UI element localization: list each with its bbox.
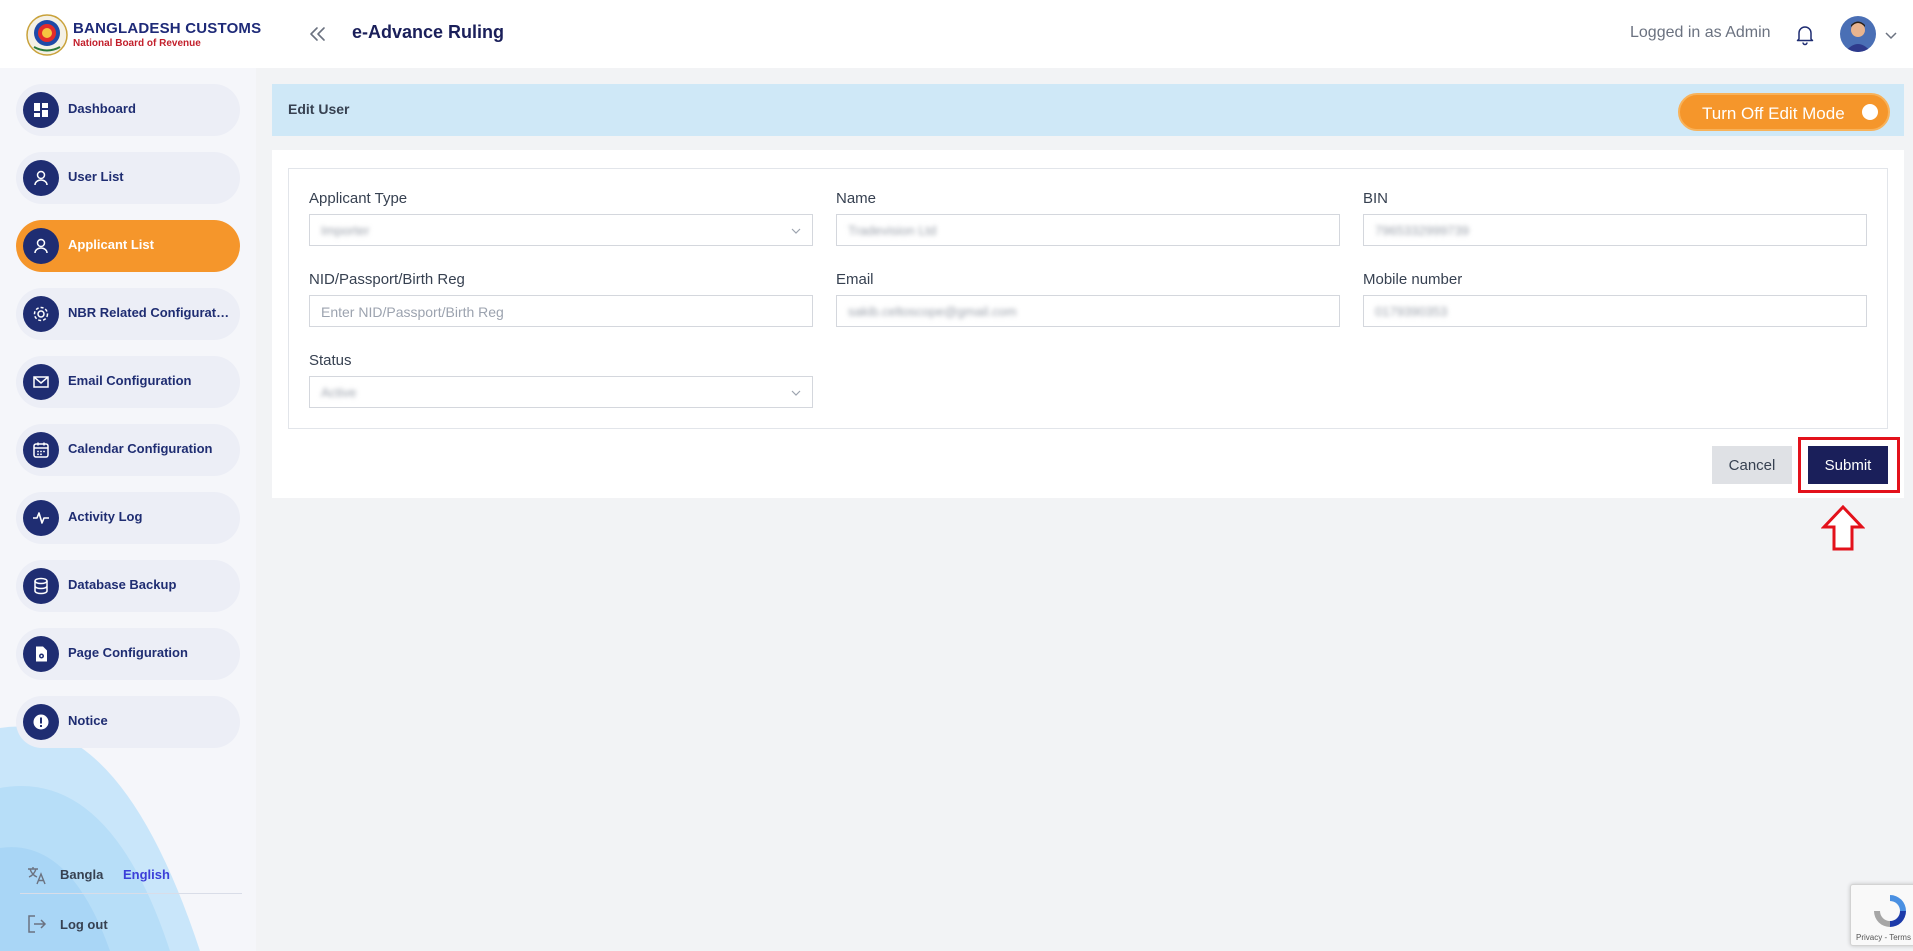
bell-icon[interactable]	[1793, 22, 1817, 46]
mobile-value: 0179390353	[1375, 304, 1448, 319]
up-arrow-icon	[1821, 505, 1865, 551]
applicant-type-label: Applicant Type	[309, 190, 408, 207]
users-icon	[23, 160, 59, 196]
logout-icon	[28, 915, 47, 933]
name-label: Name	[836, 190, 877, 207]
recaptcha-links[interactable]: Privacy - Terms	[1856, 933, 1911, 942]
email-label: Email	[836, 271, 874, 288]
top-header: BANGLADESH CUSTOMS National Board of Rev…	[0, 0, 1913, 68]
sidebar-item-nbr-config[interactable]: NBR Related Configurations	[16, 288, 240, 340]
divider	[20, 893, 242, 894]
email-field[interactable]: sakib.celtoscope@gmail.com	[836, 295, 1340, 327]
bangladesh-customs-logo	[26, 14, 68, 56]
sidebar-item-user-list[interactable]: User List	[16, 152, 240, 204]
recaptcha-badge[interactable]: Privacy - Terms	[1850, 884, 1913, 946]
sidebar-item-applicant-list[interactable]: Applicant List	[16, 220, 240, 272]
file-gear-icon	[23, 636, 59, 672]
chevron-down-icon[interactable]	[1884, 28, 1898, 42]
gear-icon	[23, 296, 59, 332]
alert-icon	[23, 704, 59, 740]
submit-highlight-box	[1798, 437, 1900, 493]
sidebar-item-email-config[interactable]: Email Configuration	[16, 356, 240, 408]
logout-label: Log out	[60, 917, 108, 932]
name-value: Tradevision Ltd	[848, 223, 937, 238]
sidebar-item-label: Calendar Configuration	[68, 441, 213, 456]
sidebar-item-label: Notice	[68, 713, 108, 728]
edit-mode-toggle[interactable]: Turn Off Edit Mode	[1678, 93, 1890, 131]
bin-label: BIN	[1363, 190, 1389, 207]
sidebar: Dashboard User List Applicant List NBR R…	[0, 68, 256, 951]
avatar[interactable]	[1840, 16, 1876, 52]
bin-value: 7965332999739	[1375, 223, 1469, 238]
name-field[interactable]: Tradevision Ltd	[836, 214, 1340, 246]
email-value: sakib.celtoscope@gmail.com	[848, 304, 1017, 319]
brand-subtitle: National Board of Revenue	[73, 38, 201, 49]
edit-user-card: Applicant Type Importer Name Tradevision…	[272, 150, 1904, 498]
sidebar-item-label: NBR Related Configurations	[68, 305, 232, 320]
page-title: Edit User	[288, 101, 350, 117]
user-form: Applicant Type Importer Name Tradevision…	[288, 168, 1888, 429]
sidebar-item-activity-log[interactable]: Activity Log	[16, 492, 240, 544]
activity-icon	[23, 500, 59, 536]
nid-input[interactable]: Enter NID/Passport/Birth Reg	[309, 295, 813, 327]
toggle-knob	[1862, 104, 1878, 120]
calendar-icon	[23, 432, 59, 468]
applicant-type-select[interactable]: Importer	[309, 214, 813, 246]
sidebar-item-database-backup[interactable]: Database Backup	[16, 560, 240, 612]
avatar-image	[1840, 16, 1876, 52]
mobile-label: Mobile number	[1363, 271, 1463, 288]
cancel-button-label: Cancel	[1728, 457, 1776, 474]
logged-in-text: Logged in as Admin	[1630, 24, 1771, 41]
nid-placeholder: Enter NID/Passport/Birth Reg	[321, 304, 504, 320]
sidebar-item-label: Applicant List	[68, 237, 154, 252]
edit-mode-toggle-label: Turn Off Edit Mode	[1702, 104, 1845, 123]
users-icon	[23, 228, 59, 264]
edit-user-bar: Edit User Turn Off Edit Mode	[272, 84, 1904, 136]
sidebar-item-notice[interactable]: Notice	[16, 696, 240, 748]
collapse-sidebar-icon[interactable]	[306, 22, 330, 46]
sidebar-item-label: Database Backup	[68, 577, 177, 592]
chevron-down-icon	[791, 228, 801, 234]
language-switcher: Bangla English	[26, 863, 246, 887]
sidebar-item-label: Dashboard	[68, 101, 136, 116]
bin-field[interactable]: 7965332999739	[1363, 214, 1867, 246]
mobile-field[interactable]: 0179390353	[1363, 295, 1867, 327]
status-value: Active	[321, 385, 357, 400]
database-icon	[23, 568, 59, 604]
sidebar-item-page-config[interactable]: Page Configuration	[16, 628, 240, 680]
mail-icon	[23, 364, 59, 400]
sidebar-item-label: User List	[68, 169, 124, 184]
sidebar-item-label: Activity Log	[68, 509, 143, 524]
applicant-type-value: Importer	[321, 223, 370, 238]
language-english[interactable]: English	[123, 867, 170, 882]
sidebar-item-calendar-config[interactable]: Calendar Configuration	[16, 424, 240, 476]
sidebar-item-dashboard[interactable]: Dashboard	[16, 84, 240, 136]
status-select[interactable]: Active	[309, 376, 813, 408]
sidebar-item-label: Email Configuration	[68, 373, 192, 388]
sidebar-item-label: Page Configuration	[68, 645, 188, 660]
nid-label: NID/Passport/Birth Reg	[309, 271, 465, 288]
recaptcha-icon	[1874, 895, 1906, 927]
cancel-button[interactable]: Cancel	[1712, 446, 1792, 484]
translate-icon	[28, 867, 46, 885]
logout-button[interactable]: Log out	[26, 912, 146, 936]
app-title: e-Advance Ruling	[352, 22, 505, 42]
chevron-down-icon	[791, 390, 801, 396]
language-bangla[interactable]: Bangla	[60, 867, 103, 882]
status-label: Status	[309, 352, 352, 369]
dashboard-icon	[23, 92, 59, 128]
brand-title: BANGLADESH CUSTOMS	[73, 20, 262, 37]
